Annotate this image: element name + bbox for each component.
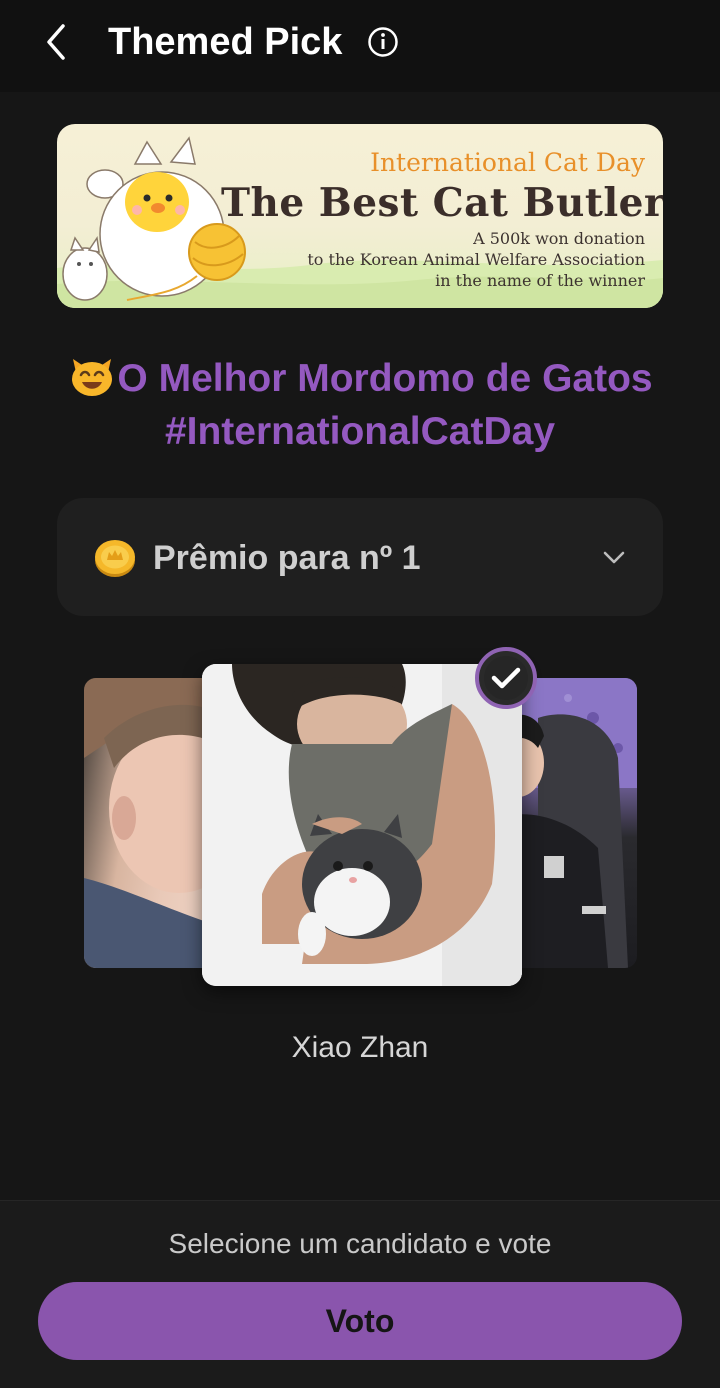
gold-coin-icon [95,540,135,577]
theme-title-text: O Melhor Mordomo de Gatos #International… [117,357,653,453]
banner-description: A 500k won donation to the Korean Animal… [265,228,645,291]
prize-dropdown[interactable]: Prêmio para nº 1 [57,498,663,616]
chevron-down-icon [603,551,625,564]
banner-event-name: International Cat Day [370,148,645,177]
vote-button[interactable]: Voto [38,1282,682,1360]
candidate-photo [202,664,522,986]
candidate-name: Xiao Zhan [291,1031,429,1064]
event-banner: International Cat Day The Best Cat Butle… [57,124,663,308]
check-circle-icon [475,647,537,709]
banner-description-line: A 500k won donation [473,229,645,248]
back-button[interactable] [34,18,78,66]
candidate-card-selected[interactable] [202,664,522,986]
page-title: Themed Pick [108,21,343,63]
theme-title: O Melhor Mordomo de Gatos #International… [60,352,660,458]
info-button[interactable] [366,25,400,59]
prize-label: Prêmio para nº 1 [153,539,421,577]
info-circle-icon [368,27,398,57]
top-bar: Themed Pick [0,0,720,92]
chevron-left-icon [47,24,65,60]
banner-description-line: to the Korean Animal Welfare Association [307,250,645,269]
banner-headline: The Best Cat Butler [221,180,663,226]
smiling-cat-face-icon [72,359,113,396]
vote-hint: Selecione um candidato e vote [168,1228,552,1259]
banner-description-line: in the name of the winner [435,271,645,290]
